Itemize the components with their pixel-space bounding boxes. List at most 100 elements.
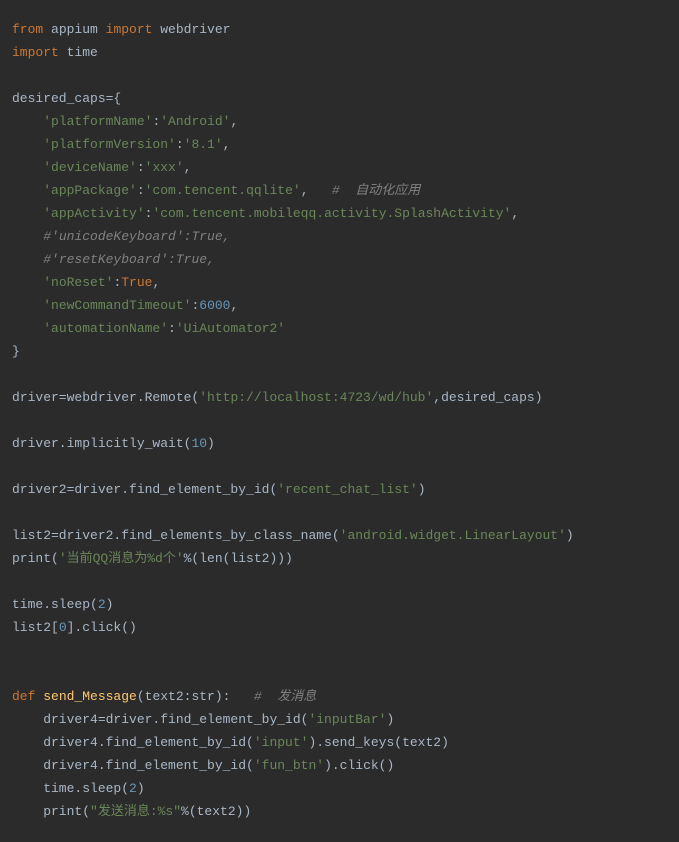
identifier: ,desired_caps) <box>433 390 542 405</box>
punctuation: ) <box>566 528 574 543</box>
string-literal: 'automationName' <box>43 321 168 336</box>
string-literal: 'newCommandTimeout' <box>43 298 191 313</box>
code-line <box>12 455 667 478</box>
code-line <box>12 639 667 662</box>
punctuation: , <box>230 114 238 129</box>
module-name: time <box>59 45 98 60</box>
identifier: print( <box>12 551 59 566</box>
indent <box>12 183 43 198</box>
string-literal: 'android.widget.LinearLayout' <box>340 528 566 543</box>
string-literal: 'fun_btn' <box>254 758 324 773</box>
string-literal: 'xxx' <box>145 160 184 175</box>
punctuation: , <box>511 206 519 221</box>
punctuation: , <box>152 275 160 290</box>
code-line <box>12 363 667 386</box>
code-line <box>12 501 667 524</box>
keyword-import: import <box>106 22 153 37</box>
comment: #'unicodeKeyboard':True, <box>43 229 230 244</box>
string-literal: 'http://localhost:4723/wd/hub' <box>199 390 433 405</box>
number-literal: 6000 <box>199 298 230 313</box>
indent <box>12 114 43 129</box>
string-literal: 'appActivity' <box>43 206 144 221</box>
code-line: 'newCommandTimeout':6000, <box>12 294 667 317</box>
code-line <box>12 64 667 87</box>
code-line: time.sleep(2) <box>12 777 667 800</box>
code-line: 'automationName':'UiAutomator2' <box>12 317 667 340</box>
identifier: time.sleep( <box>12 781 129 796</box>
identifier: driver=webdriver.Remote( <box>12 390 199 405</box>
code-line: } <box>12 340 667 363</box>
comment: #'resetKeyboard':True, <box>43 252 215 267</box>
code-block: from appium import webdriver import time… <box>12 18 667 823</box>
identifier: list2[ <box>12 620 59 635</box>
code-line: driver2=driver.find_element_by_id('recen… <box>12 478 667 501</box>
code-line: print('当前QQ消息为%d个'%(len(list2))) <box>12 547 667 570</box>
indent <box>12 160 43 175</box>
code-line: print("发送消息:%s"%(text2)) <box>12 800 667 823</box>
identifier: list2=driver2.find_elements_by_class_nam… <box>12 528 340 543</box>
punctuation: ) <box>207 436 215 451</box>
number-literal: 0 <box>59 620 67 635</box>
indent <box>12 206 43 221</box>
identifier: ).click() <box>324 758 394 773</box>
code-line: driver4.find_element_by_id('input').send… <box>12 731 667 754</box>
punctuation: ) <box>386 712 394 727</box>
string-literal: 'recent_chat_list' <box>277 482 417 497</box>
signature: (text2:str): <box>137 689 254 704</box>
punctuation: , <box>223 137 231 152</box>
code-line: driver.implicitly_wait(10) <box>12 432 667 455</box>
code-line: driver4.find_element_by_id('fun_btn').cl… <box>12 754 667 777</box>
identifier: print( <box>12 804 90 819</box>
code-line: #'resetKeyboard':True, <box>12 248 667 271</box>
punctuation: : <box>176 137 184 152</box>
code-line: desired_caps={ <box>12 87 667 110</box>
indent <box>12 275 43 290</box>
punctuation: ) <box>137 781 145 796</box>
punctuation: : <box>168 321 176 336</box>
code-line: 'noReset':True, <box>12 271 667 294</box>
identifier: driver4.find_element_by_id( <box>12 758 254 773</box>
number-literal: 2 <box>129 781 137 796</box>
code-line: from appium import webdriver <box>12 18 667 41</box>
code-line: def send_Message(text2:str): # 发消息 <box>12 685 667 708</box>
indent <box>12 321 43 336</box>
module-name: webdriver <box>152 22 230 37</box>
string-literal: 'com.tencent.mobileqq.activity.SplashAct… <box>152 206 511 221</box>
code-line: 'platformName':'Android', <box>12 110 667 133</box>
code-line: #'unicodeKeyboard':True, <box>12 225 667 248</box>
code-line: 'appPackage':'com.tencent.qqlite', # 自动化… <box>12 179 667 202</box>
string-literal: 'com.tencent.qqlite' <box>145 183 301 198</box>
punctuation: , <box>184 160 192 175</box>
string-literal: 'inputBar' <box>308 712 386 727</box>
code-line: 'appActivity':'com.tencent.mobileqq.acti… <box>12 202 667 225</box>
identifier: driver2=driver.find_element_by_id( <box>12 482 277 497</box>
identifier: %(len(list2))) <box>184 551 293 566</box>
indent <box>12 298 43 313</box>
code-line: list2=driver2.find_elements_by_class_nam… <box>12 524 667 547</box>
punctuation: ) <box>418 482 426 497</box>
punctuation: : <box>137 160 145 175</box>
string-literal: 'input' <box>254 735 309 750</box>
code-line: 'platformVersion':'8.1', <box>12 133 667 156</box>
code-line: driver=webdriver.Remote('http://localhos… <box>12 386 667 409</box>
spacing <box>309 183 332 198</box>
identifier: ).send_keys(text2) <box>308 735 448 750</box>
comment: # 发消息 <box>254 689 316 704</box>
indent <box>12 137 43 152</box>
number-literal: 2 <box>98 597 106 612</box>
code-line: list2[0].click() <box>12 616 667 639</box>
code-line: import time <box>12 41 667 64</box>
string-literal: "发送消息:%s" <box>90 804 181 819</box>
code-line: 'deviceName':'xxx', <box>12 156 667 179</box>
code-line <box>12 570 667 593</box>
indent <box>12 252 43 267</box>
string-literal: 'deviceName' <box>43 160 137 175</box>
punctuation: , <box>230 298 238 313</box>
identifier: driver4.find_element_by_id( <box>12 735 254 750</box>
indent <box>12 229 43 244</box>
string-literal: '8.1' <box>184 137 223 152</box>
code-line: time.sleep(2) <box>12 593 667 616</box>
punctuation: : <box>137 183 145 198</box>
identifier: driver.implicitly_wait( <box>12 436 191 451</box>
comment: # 自动化应用 <box>332 183 420 198</box>
